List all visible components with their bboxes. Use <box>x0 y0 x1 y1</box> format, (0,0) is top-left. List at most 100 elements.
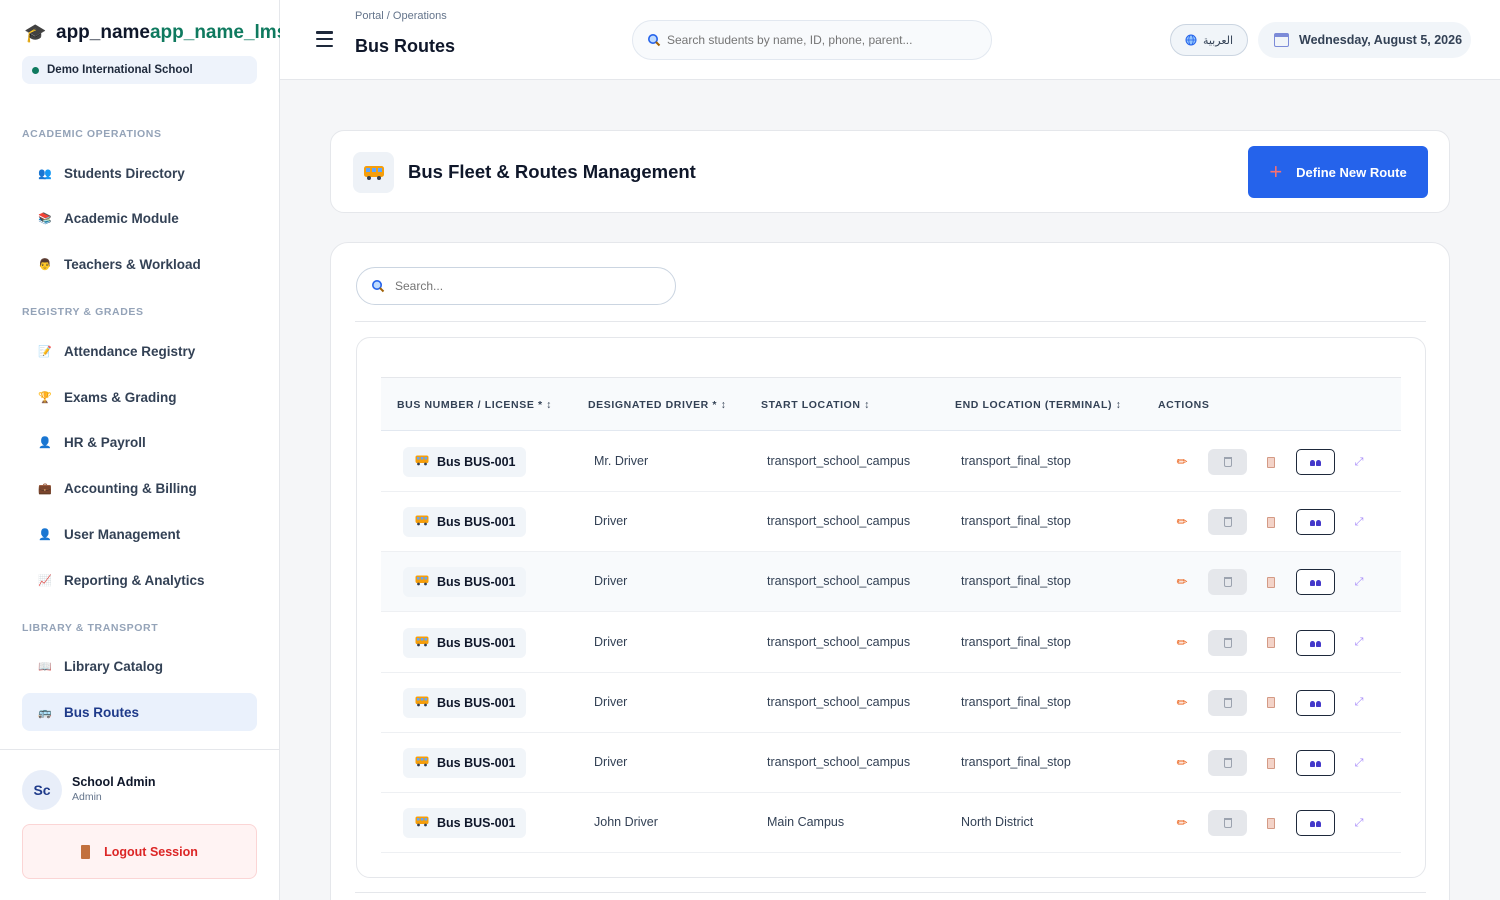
table-search[interactable] <box>356 267 676 305</box>
brand[interactable]: 🎓 app_nameapp_name_lms <box>24 22 280 44</box>
link-icon[interactable]: ⤢ <box>1351 810 1367 836</box>
driver-cell: Driver <box>594 694 628 709</box>
school-badge: Demo International School <box>22 56 257 84</box>
sidebar-item-users[interactable]: 👤 User Management <box>22 515 257 553</box>
delete-button[interactable] <box>1208 629 1247 656</box>
search-icon <box>648 34 661 47</box>
users-icon <box>1309 639 1322 647</box>
delete-button[interactable] <box>1208 810 1247 837</box>
edit-icon[interactable]: ✏ <box>1174 810 1190 836</box>
person-icon: 👤 <box>38 436 52 449</box>
edit-icon[interactable]: ✏ <box>1174 690 1190 716</box>
brand-name: app_nameapp_name_lms <box>56 22 280 43</box>
assign-students-button[interactable] <box>1296 750 1335 776</box>
teacher-icon: 👨 <box>38 258 52 271</box>
books-icon: 📚 <box>38 212 52 225</box>
clipboard-icon[interactable] <box>1263 569 1279 595</box>
bus-icon <box>353 152 394 193</box>
edit-icon[interactable]: ✏ <box>1174 750 1190 776</box>
edit-icon[interactable]: ✏ <box>1174 449 1190 475</box>
door-icon <box>81 844 91 859</box>
column-header-bus-number[interactable]: BUS NUMBER / LICENSE * ↕ <box>397 399 552 411</box>
language-toggle-button[interactable]: العربية <box>1170 24 1248 56</box>
link-icon[interactable]: ⤢ <box>1351 449 1367 475</box>
table-row: Bus BUS-001 Driver transport_school_campus… <box>381 673 1401 733</box>
plus-icon: + <box>1269 159 1283 184</box>
section-title-academic: ACADEMIC OPERATIONS <box>22 128 162 140</box>
delete-button[interactable] <box>1208 689 1247 716</box>
start-location-cell: transport_school_campus <box>767 514 911 529</box>
assign-students-button[interactable] <box>1296 509 1335 536</box>
sidebar-item-bus-routes[interactable]: 🚌 Bus Routes <box>22 693 257 731</box>
driver-cell: Driver <box>594 514 628 529</box>
column-header-end-location[interactable]: END LOCATION (TERMINAL) ↕ <box>955 399 1121 411</box>
global-search[interactable] <box>632 20 992 60</box>
clipboard-icon[interactable] <box>1263 509 1279 535</box>
sidebar-item-teachers[interactable]: 👨 Teachers & Workload <box>22 245 257 283</box>
users-icon <box>1309 518 1322 527</box>
delete-button[interactable] <box>1208 750 1247 776</box>
section-title: Bus Fleet & Routes Management <box>408 161 696 182</box>
edit-icon[interactable]: ✏ <box>1174 569 1190 595</box>
column-header-driver[interactable]: DESIGNATED DRIVER * ↕ <box>588 399 726 411</box>
users-icon <box>1309 819 1322 828</box>
sidebar-item-exams[interactable]: 🏆 Exams & Grading <box>22 378 257 416</box>
sidebar-item-attendance[interactable]: 📝 Attendance Registry <box>22 332 257 370</box>
edit-icon[interactable]: ✏ <box>1174 630 1190 656</box>
user-role: Admin <box>72 791 102 803</box>
assign-students-button[interactable] <box>1296 689 1335 716</box>
menu-icon[interactable] <box>316 31 333 47</box>
delete-button[interactable] <box>1208 569 1247 596</box>
chart-icon: 📈 <box>38 574 52 587</box>
clipboard-icon[interactable] <box>1263 810 1279 836</box>
assign-students-button[interactable] <box>1296 449 1335 475</box>
link-icon[interactable]: ⤢ <box>1351 750 1367 776</box>
sidebar-item-students[interactable]: 👥 Students Directory <box>22 154 257 192</box>
column-header-actions: ACTIONS <box>1158 399 1210 411</box>
search-icon <box>372 280 385 293</box>
assign-students-button[interactable] <box>1296 810 1335 837</box>
user-icon: 👤 <box>38 528 52 541</box>
briefcase-icon: 💼 <box>38 482 52 495</box>
start-location-cell: transport_school_campus <box>767 755 911 769</box>
logout-button[interactable]: Logout Session <box>22 824 257 879</box>
sidebar-item-reporting[interactable]: 📈 Reporting & Analytics <box>22 561 257 599</box>
users-icon <box>1309 578 1322 587</box>
bus-icon <box>415 455 429 469</box>
sidebar-item-hr[interactable]: 👤 HR & Payroll <box>22 423 257 461</box>
end-location-cell: transport_final_stop <box>961 634 1071 649</box>
page-title: Bus Routes <box>355 36 456 56</box>
clipboard-icon[interactable] <box>1263 690 1279 716</box>
define-new-route-button[interactable]: + Define New Route <box>1248 146 1428 198</box>
clipboard-icon[interactable] <box>1263 750 1279 776</box>
link-icon[interactable]: ⤢ <box>1351 569 1367 595</box>
sidebar-item-accounting[interactable]: 💼 Accounting & Billing <box>22 469 257 507</box>
link-icon[interactable]: ⤢ <box>1351 630 1367 656</box>
routes-card: BUS NUMBER / LICENSE * ↕ DESIGNATED DRIV… <box>330 242 1450 900</box>
table-row: Bus BUS-001 Driver transport_school_campus… <box>381 613 1401 673</box>
assign-students-button[interactable] <box>1296 569 1335 596</box>
assign-students-button[interactable] <box>1296 629 1335 656</box>
trash-icon <box>1223 637 1232 648</box>
clipboard-icon[interactable] <box>1263 449 1279 475</box>
avatar[interactable]: Sc <box>22 770 62 810</box>
global-search-input[interactable] <box>667 33 967 47</box>
sidebar-item-academic[interactable]: 📚 Academic Module <box>22 199 257 237</box>
clipboard-icon[interactable] <box>1263 630 1279 656</box>
link-icon[interactable]: ⤢ <box>1351 690 1367 716</box>
end-location-cell: transport_final_stop <box>961 454 1071 468</box>
table-search-input[interactable] <box>395 279 655 293</box>
delete-button[interactable] <box>1208 509 1247 536</box>
book-icon: 📖 <box>38 660 52 673</box>
divider <box>355 892 1426 893</box>
link-icon[interactable]: ⤢ <box>1351 509 1367 535</box>
table-row: Bus BUS-001 Driver transport_school_campus… <box>381 733 1401 793</box>
sidebar-item-library[interactable]: 📖 Library Catalog <box>22 647 257 685</box>
users-icon <box>1309 759 1322 767</box>
edit-icon[interactable]: ✏ <box>1174 509 1190 535</box>
bus-icon <box>415 756 429 770</box>
column-header-start-location[interactable]: START LOCATION ↕ <box>761 399 870 411</box>
topbar: Portal / Operations Bus Routes العربية W… <box>280 0 1500 80</box>
bus-icon: 🚌 <box>38 706 52 719</box>
delete-button[interactable] <box>1208 449 1247 475</box>
